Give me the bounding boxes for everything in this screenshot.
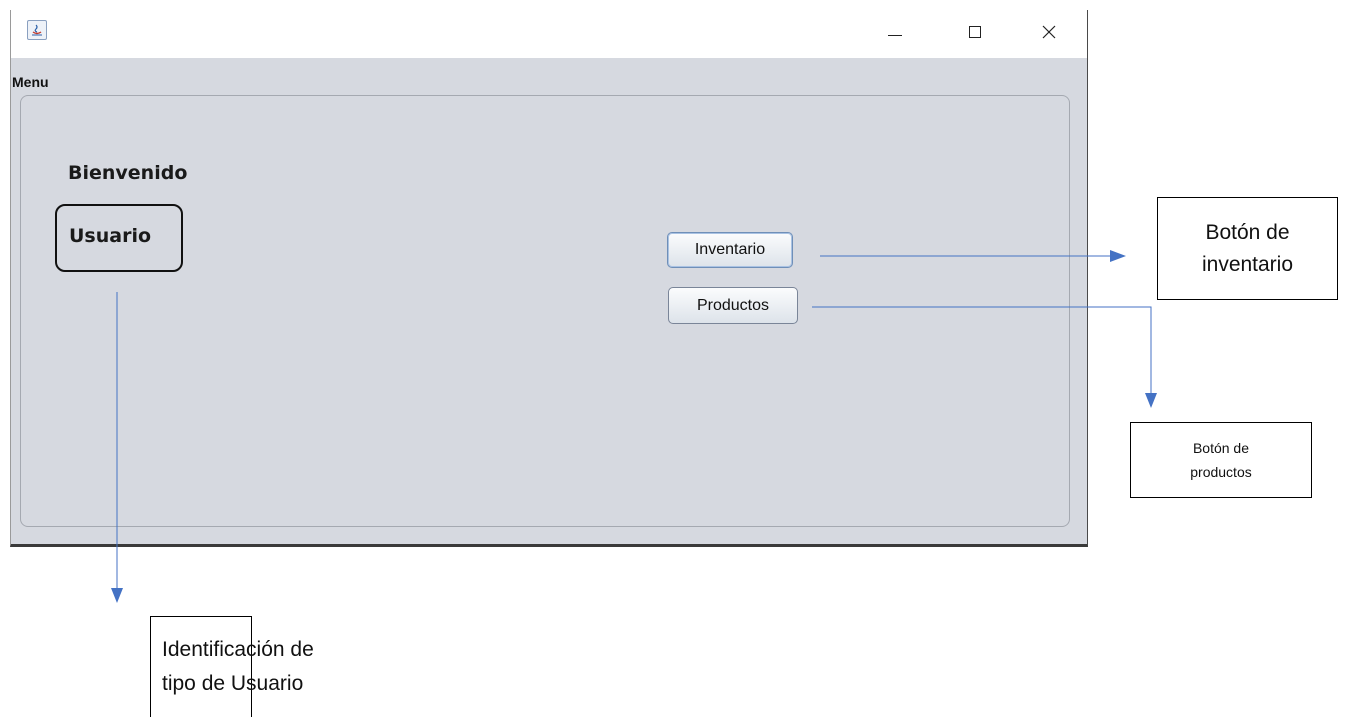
arrowhead-productos [1145, 393, 1157, 408]
arrowhead-inventario [1110, 250, 1126, 262]
inventario-button[interactable]: Inventario [667, 232, 793, 268]
app-window: Menu Bienvenido Usuario Inventario Produ… [10, 10, 1088, 547]
minimize-icon [888, 34, 902, 36]
annotation-productos: Botón de productos [1130, 422, 1312, 498]
annotation-productos-line2: productos [1190, 464, 1252, 480]
annotation-inventario-line1: Botón de [1205, 220, 1290, 244]
close-button[interactable] [1027, 20, 1071, 44]
minimize-button[interactable] [873, 20, 917, 44]
annotation-inventario: Botón de inventario [1157, 197, 1338, 300]
maximize-icon [969, 26, 981, 38]
user-type-label: Usuario [55, 204, 183, 272]
annotation-inventario-line2: inventario [1201, 252, 1294, 276]
annotation-usuario: Identificación de tipo de Usuario [150, 616, 314, 717]
productos-button[interactable]: Productos [668, 287, 798, 324]
menu-label[interactable]: Menu [12, 74, 49, 90]
annotation-usuario-line2: tipo de Usuario [162, 672, 304, 695]
content-panel [20, 95, 1070, 527]
annotation-usuario-line1: Identificación de [162, 638, 314, 661]
arrowhead-usuario [111, 588, 123, 603]
welcome-label: Bienvenido [68, 162, 188, 184]
close-icon [1042, 25, 1056, 39]
title-bar [11, 10, 1087, 58]
maximize-button[interactable] [953, 20, 997, 44]
java-app-icon [27, 20, 47, 40]
annotation-productos-line1: Botón de [1192, 440, 1250, 456]
